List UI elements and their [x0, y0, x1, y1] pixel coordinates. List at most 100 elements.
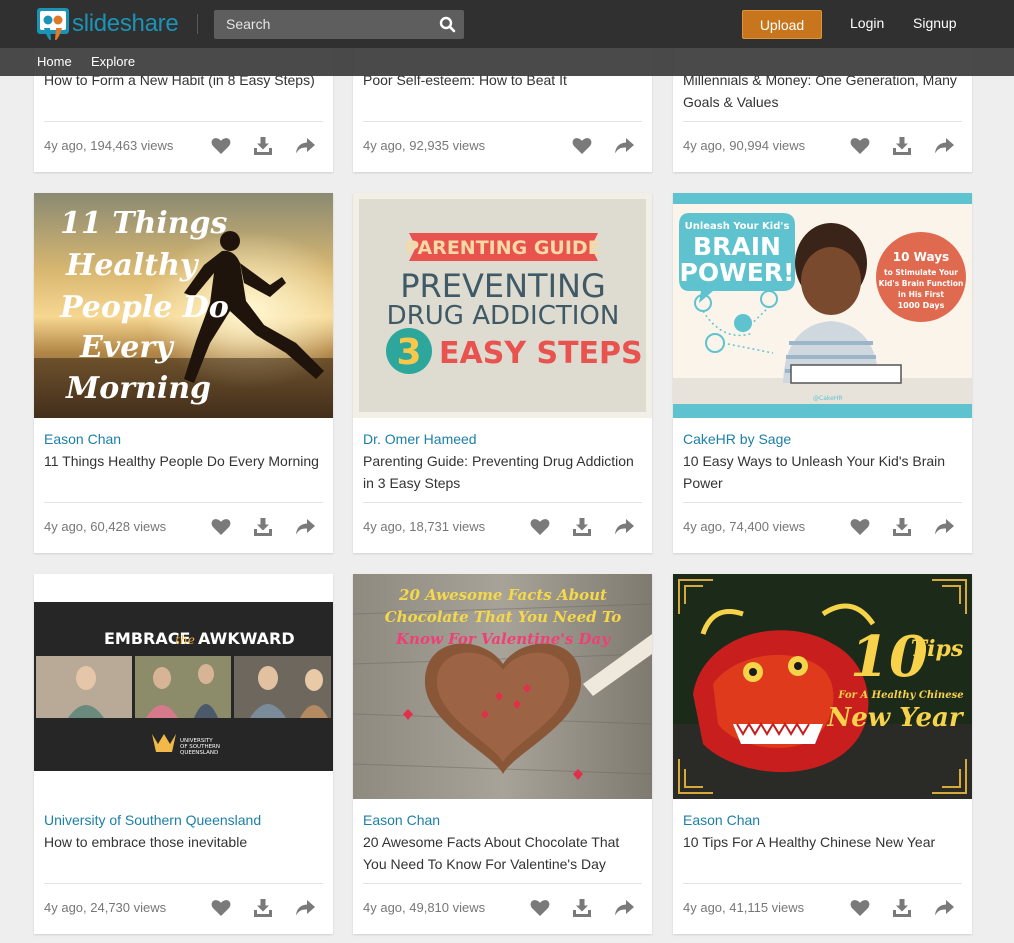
thumb-sub: For A Healthy Chinese	[837, 690, 963, 701]
card-9[interactable]: 10 Tips For A Healthy Chinese New Year E…	[673, 574, 972, 934]
card-4[interactable]: 11 Things Healthy People Do Every Mornin…	[34, 193, 333, 553]
card-8[interactable]: 20 Awesome Facts About Chocolate That Yo…	[353, 574, 652, 934]
share-icon[interactable]	[293, 897, 317, 919]
download-icon[interactable]	[890, 135, 914, 157]
card-thumbnail[interactable]: 11 Things Healthy People Do Every Mornin…	[34, 193, 333, 418]
like-icon[interactable]	[209, 897, 233, 919]
card-author[interactable]: Eason Chan	[683, 812, 760, 828]
header-divider	[197, 14, 198, 34]
thumb-line-4: Every	[79, 330, 175, 365]
thumb-circle-5: 1000 Days	[898, 301, 945, 310]
like-icon[interactable]	[848, 516, 872, 538]
like-icon[interactable]	[528, 897, 552, 919]
card-title[interactable]: 20 Awesome Facts About Chocolate That Yo…	[363, 831, 643, 875]
thumb-line-3: Know For Valentine's Day	[395, 630, 611, 648]
card-divider	[363, 121, 642, 122]
like-icon[interactable]	[570, 135, 594, 157]
search-input[interactable]: Search	[214, 10, 464, 39]
top-navbar: slideshare Search Upload Login Signup	[0, 0, 1014, 48]
card-author[interactable]: CakeHR by Sage	[683, 431, 791, 447]
thumb-new-year: New Year	[826, 703, 964, 733]
download-icon[interactable]	[251, 516, 275, 538]
card-title[interactable]: 10 Easy Ways to Unleash Your Kid's Brain…	[683, 450, 963, 494]
card-thumbnail[interactable]: 10 Tips For A Healthy Chinese New Year	[673, 574, 972, 799]
card-divider	[44, 883, 323, 884]
share-icon[interactable]	[612, 135, 636, 157]
card-author[interactable]: Eason Chan	[44, 431, 121, 447]
download-icon[interactable]	[570, 897, 594, 919]
download-icon[interactable]	[890, 516, 914, 538]
thumb-circle-3: Kid's Brain Function	[879, 279, 964, 288]
nav-home[interactable]: Home	[37, 54, 72, 69]
thumb-big-2: POWER!	[680, 258, 795, 287]
thumb-line-5: Morning	[65, 371, 211, 406]
card-author[interactable]: Dr. Omer Hameed	[363, 431, 477, 447]
card-7[interactable]: EMBRACE the AWKWARD UNIVERSITY OF SOUTHE…	[34, 574, 333, 934]
card-author[interactable]: Eason Chan	[363, 812, 440, 828]
thumb-word-2: the	[175, 633, 195, 647]
card-meta: 4y ago, 18,731 views	[363, 519, 486, 534]
thumb-line-1: 20 Awesome Facts About	[398, 586, 607, 604]
download-icon[interactable]	[251, 897, 275, 919]
upload-button[interactable]: Upload	[742, 10, 822, 39]
card-title[interactable]: How to embrace those inevitable	[44, 831, 324, 853]
card-meta: 4y ago, 194,463 views	[44, 138, 174, 153]
thumb-small: Unleash Your Kid's	[685, 221, 790, 232]
share-icon[interactable]	[612, 516, 636, 538]
thumb-line-1: PREVENTING	[400, 267, 606, 305]
thumb-line-1: 11 Things	[60, 206, 228, 241]
card-thumbnail[interactable]: PARENTING GUIDE PREVENTING DRUG ADDICTIO…	[353, 193, 652, 418]
card-meta: 4y ago, 41,115 views	[683, 900, 805, 915]
card-title[interactable]: 10 Tips For A Healthy Chinese New Year	[683, 831, 963, 853]
card-thumbnail[interactable]: EMBRACE the AWKWARD UNIVERSITY OF SOUTHE…	[34, 574, 333, 799]
like-icon[interactable]	[528, 516, 552, 538]
thumb-circle-1: 10 Ways	[893, 250, 949, 264]
share-icon[interactable]	[293, 135, 317, 157]
download-icon[interactable]	[570, 516, 594, 538]
signup-link[interactable]: Signup	[913, 15, 957, 31]
thumb-uni-3: QUEENSLAND	[180, 750, 218, 756]
card-title[interactable]: Parenting Guide: Preventing Drug Addicti…	[363, 450, 643, 494]
thumb-number: 3	[396, 332, 421, 373]
download-icon[interactable]	[251, 135, 275, 157]
thumb-handle: @CakeHR	[813, 395, 843, 402]
card-6[interactable]: Unleash Your Kid's BRAIN POWER! 10 Ways …	[673, 193, 972, 553]
search-icon[interactable]	[439, 16, 456, 33]
thumb-circle-2: to Stimulate Your	[884, 268, 958, 277]
share-icon[interactable]	[932, 135, 956, 157]
thumb-line-2: DRUG ADDICTION	[387, 301, 620, 331]
like-icon[interactable]	[209, 516, 233, 538]
thumb-line-2: Chocolate That You Need To	[385, 608, 622, 626]
like-icon[interactable]	[209, 135, 233, 157]
card-5[interactable]: PARENTING GUIDE PREVENTING DRUG ADDICTIO…	[353, 193, 652, 553]
sub-navbar: Home Explore	[0, 48, 1014, 76]
like-icon[interactable]	[848, 135, 872, 157]
share-icon[interactable]	[612, 897, 636, 919]
share-icon[interactable]	[932, 897, 956, 919]
slideshare-logo[interactable]: slideshare	[36, 7, 179, 41]
login-link[interactable]: Login	[850, 15, 884, 31]
share-icon[interactable]	[932, 516, 956, 538]
search-placeholder: Search	[226, 16, 271, 32]
like-icon[interactable]	[848, 897, 872, 919]
card-divider	[683, 883, 962, 884]
card-meta: 4y ago, 60,428 views	[44, 519, 167, 534]
card-author[interactable]: University of Southern Queensland	[44, 812, 261, 828]
thumb-steps: EASY STEPS	[439, 336, 643, 371]
thumb-word-3: AWKWARD	[198, 629, 295, 648]
download-icon[interactable]	[890, 897, 914, 919]
card-thumbnail[interactable]: 20 Awesome Facts About Chocolate That Yo…	[353, 574, 652, 799]
logo-wordmark: slideshare	[72, 10, 179, 37]
card-divider	[44, 121, 323, 122]
card-divider	[44, 502, 323, 503]
card-divider	[683, 121, 962, 122]
thumb-banner: PARENTING GUIDE	[405, 237, 600, 259]
nav-explore[interactable]: Explore	[91, 54, 135, 69]
thumb-big-1: BRAIN	[693, 232, 781, 261]
card-title[interactable]: 11 Things Healthy People Do Every Mornin…	[44, 450, 324, 472]
card-meta: 4y ago, 90,994 views	[683, 138, 806, 153]
card-meta: 4y ago, 49,810 views	[363, 900, 486, 915]
card-meta: 4y ago, 92,935 views	[363, 138, 486, 153]
share-icon[interactable]	[293, 516, 317, 538]
card-thumbnail[interactable]: Unleash Your Kid's BRAIN POWER! 10 Ways …	[673, 193, 972, 418]
